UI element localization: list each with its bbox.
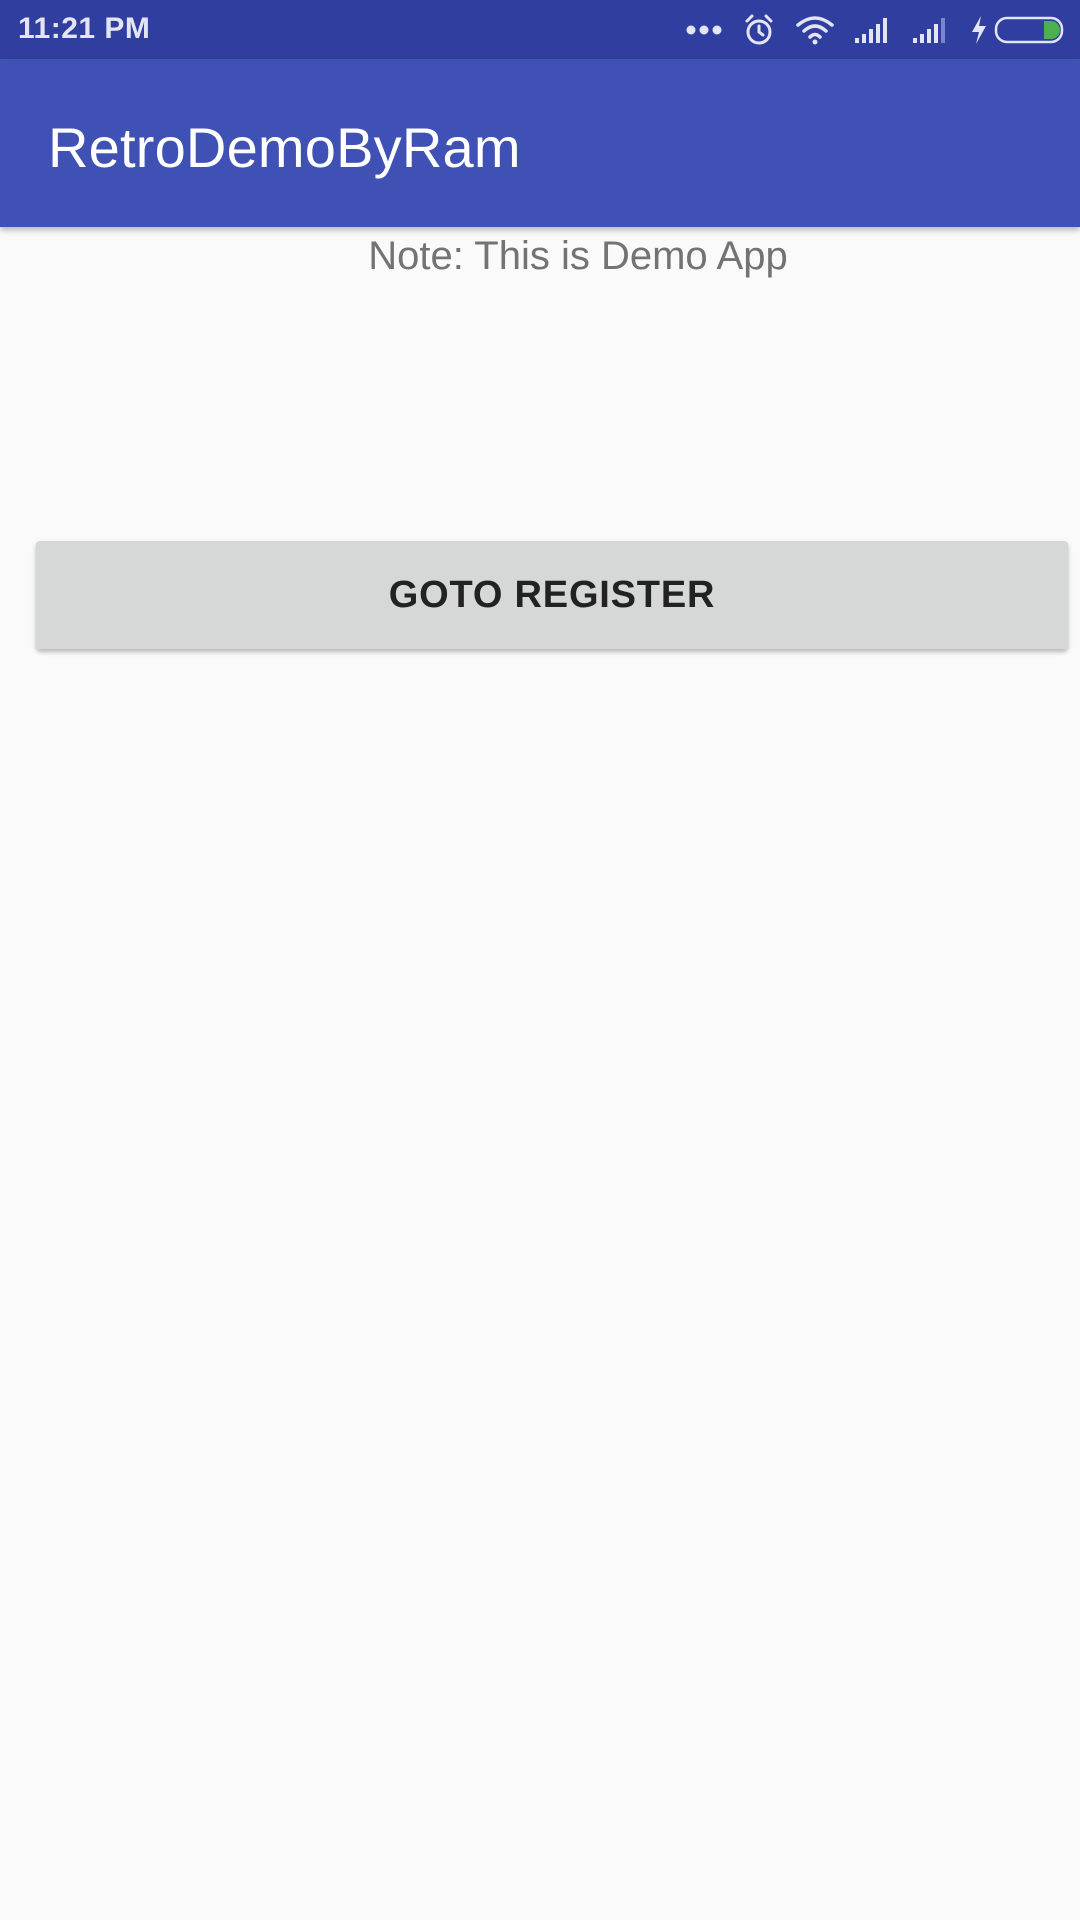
app-title: RetroDemoByRam xyxy=(48,116,521,179)
more-dots-icon xyxy=(686,24,722,36)
screen: 11:21 PM RetroDemoByRam Note: This is De… xyxy=(0,0,1080,1920)
app-bar: RetroDemoByRam xyxy=(0,59,1080,227)
charging-bolt-icon xyxy=(970,15,988,45)
wifi-icon xyxy=(796,15,834,45)
signal-icon xyxy=(854,16,892,44)
signal-icon xyxy=(912,16,950,44)
battery-icon xyxy=(994,16,1066,44)
alarm-icon xyxy=(742,13,776,47)
status-bar: 11:21 PM xyxy=(0,0,1080,59)
status-time: 11:21 PM xyxy=(18,12,151,45)
goto-register-button[interactable]: GOTO REGISTER xyxy=(36,541,1068,649)
demo-note: Note: This is Demo App xyxy=(368,234,788,278)
status-icons xyxy=(666,10,1066,50)
